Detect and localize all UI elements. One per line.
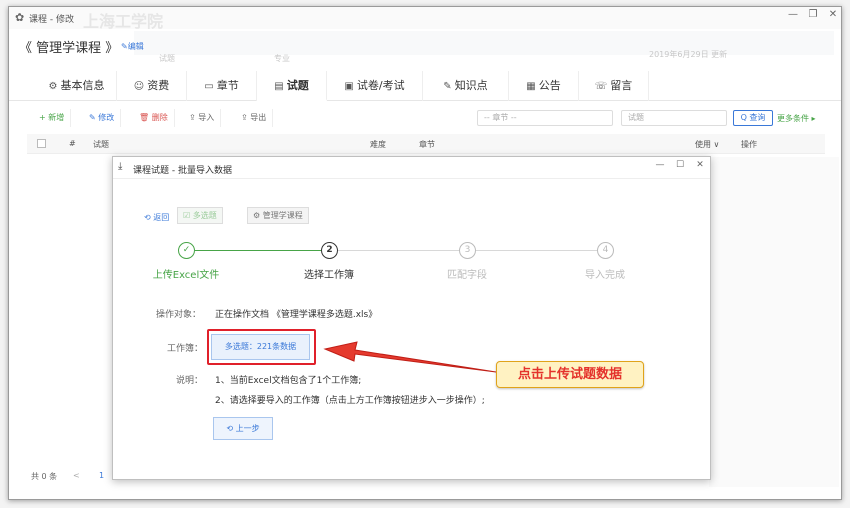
minimize-icon[interactable]: — <box>785 9 801 20</box>
message-icon: ☏ <box>594 81 608 92</box>
tab-messages[interactable]: ☏ 留言 <box>579 71 649 101</box>
delete-button[interactable]: 🗑 删除 <box>133 109 175 127</box>
col-actions: 操作 <box>741 140 757 149</box>
dialog-title-bar: ⤓ 课程试题 - 批量导入数据 — ☐ ✕ <box>113 157 710 179</box>
dialog-title: 课程试题 - 批量导入数据 <box>133 166 232 176</box>
previous-step-button[interactable]: ⟲ 上一步 <box>213 417 273 440</box>
step-connector-3 <box>476 250 597 251</box>
target-label: 操作对象： <box>156 310 202 320</box>
tab-label: 试题 <box>286 79 309 92</box>
tab-label: 资费 <box>147 79 170 92</box>
tab-fees[interactable]: ☺ 资费 <box>117 71 187 101</box>
tab-questions[interactable]: ▤ 试题 <box>257 71 327 101</box>
table-body-area <box>709 157 839 487</box>
col-chapter: 章节 <box>419 140 435 149</box>
description-label: 说明： <box>176 376 204 386</box>
tab-label: 试卷/考试 <box>356 79 405 92</box>
step-connector-1 <box>195 250 321 251</box>
tab-bar: ⚙ 基本信息 ☺ 资费 ▭ 章节 ▤ 试题 ▣ 试卷/考试 ✎ 知识点 ▦ 公告 ☏ 留言 <box>9 71 841 101</box>
add-button[interactable]: + 新增 <box>33 109 72 127</box>
step-1-label: 上传Excel文件 <box>152 270 220 281</box>
dialog-close-icon[interactable]: ✕ <box>693 160 707 170</box>
total-count: 共 0 条 <box>31 472 58 481</box>
tab-label: 章节 <box>216 79 239 92</box>
more-filters-link[interactable]: 更多条件 ▸ <box>777 113 816 124</box>
course-title: 《 管理学课程 》 <box>19 41 119 56</box>
import-icon: ⤓ <box>118 161 123 172</box>
col-index: # <box>69 139 76 148</box>
description-line-2: 2、请选择要导入的工作簿（点击上方工作簿按钮进步入一步操作）; <box>215 396 485 406</box>
tab-knowledge-points[interactable]: ✎ 知识点 <box>423 71 509 101</box>
dialog-minimize-icon[interactable]: — <box>653 160 667 170</box>
ghost-text-left: 试题 <box>159 54 175 63</box>
import-button[interactable]: ⇪ 导入 <box>183 109 222 127</box>
export-button[interactable]: ⇪ 导出 <box>235 109 274 127</box>
question-type-tag: ☑ 多选题 <box>177 207 223 224</box>
chapter-icon: ▭ <box>204 81 214 92</box>
exam-icon: ▣ <box>344 81 354 92</box>
workbook-button[interactable]: 多选题：221条数据 <box>211 334 310 360</box>
edit-button[interactable]: ✎ 修改 <box>83 109 122 127</box>
ghost-text-right: 2019年6月29日 更新 <box>649 50 728 59</box>
import-dialog: ⤓ 课程试题 - 批量导入数据 — ☐ ✕ ⟲ 返回 ☑ 多选题 ⚙ 管理学课程… <box>112 156 711 480</box>
screen: ✿ 课程 - 修改 上海工学院 — ❐ ✕ 试题 专业 2019年6月29日 更… <box>0 0 850 508</box>
search-input[interactable]: 试题 <box>621 110 727 126</box>
tab-chapters[interactable]: ▭ 章节 <box>187 71 257 101</box>
step-connector-2 <box>338 250 459 251</box>
workbook-label: 工作簿： <box>167 344 204 354</box>
course-tag: ⚙ 管理学课程 <box>247 207 309 224</box>
back-link[interactable]: ⟲ 返回 <box>144 212 169 223</box>
page-number[interactable]: 1 <box>99 471 104 480</box>
step-1-check-icon: ✓ <box>178 242 195 259</box>
callout-label: 点击上传试题数据 <box>496 361 644 388</box>
wallet-icon: ☺ <box>133 81 145 92</box>
tab-label: 留言 <box>610 79 633 92</box>
select-all-checkbox[interactable] <box>37 139 46 148</box>
search-button[interactable]: Q 查询 <box>733 110 773 126</box>
description-line-1: 1、当前Excel文档包含了1个工作簿; <box>215 376 362 386</box>
target-value: 正在操作文档 《管理学课程多选题.xls》 <box>215 310 378 320</box>
ghost-bar <box>134 31 834 55</box>
step-4-label: 导入完成 <box>585 270 625 281</box>
step-3-label: 匹配字段 <box>447 270 487 281</box>
window-title: 课程 - 修改 <box>29 15 74 25</box>
tab-label: 知识点 <box>454 79 488 92</box>
announcement-icon: ▦ <box>526 81 536 92</box>
question-icon: ▤ <box>274 81 284 92</box>
step-2-label: 选择工作簿 <box>304 270 354 281</box>
chapter-select[interactable]: -- 章节 -- <box>477 110 613 126</box>
course-header: 试题 专业 2019年6月29日 更新 《 管理学课程 》 ✎编辑 <box>9 29 841 63</box>
title-bar: ✿ 课程 - 修改 上海工学院 — ❐ ✕ <box>9 7 841 31</box>
prev-page-button[interactable]: < <box>73 471 80 480</box>
ghost-text-mid: 专业 <box>274 54 290 63</box>
tab-exams[interactable]: ▣ 试卷/考试 <box>327 71 423 101</box>
col-question: 试题 <box>93 140 109 149</box>
tab-label: 基本信息 <box>60 79 105 92</box>
col-usage[interactable]: 使用 ∨ <box>695 139 719 150</box>
app-icon: ✿ <box>15 11 25 24</box>
step-2-number: 2 <box>321 242 338 259</box>
step-4-number: 4 <box>597 242 614 259</box>
edit-course-link[interactable]: ✎编辑 <box>121 41 144 52</box>
maximize-icon[interactable]: ❐ <box>805 9 821 20</box>
tab-announcements[interactable]: ▦ 公告 <box>509 71 579 101</box>
pencil-icon: ✎ <box>443 81 452 92</box>
gear-icon: ⚙ <box>48 81 58 92</box>
close-icon[interactable]: ✕ <box>825 9 841 20</box>
table-header: # 试题 难度 章节 使用 ∨ 操作 <box>27 134 825 154</box>
tab-basic-info[interactable]: ⚙ 基本信息 <box>37 71 117 101</box>
col-difficulty: 难度 <box>370 140 386 149</box>
dialog-maximize-icon[interactable]: ☐ <box>673 160 687 170</box>
tab-label: 公告 <box>538 79 561 92</box>
question-toolbar: + 新增 ✎ 修改 🗑 删除 ⇪ 导入 ⇪ 导出 -- 章节 -- 试题 Q 查… <box>9 107 841 129</box>
step-3-number: 3 <box>459 242 476 259</box>
